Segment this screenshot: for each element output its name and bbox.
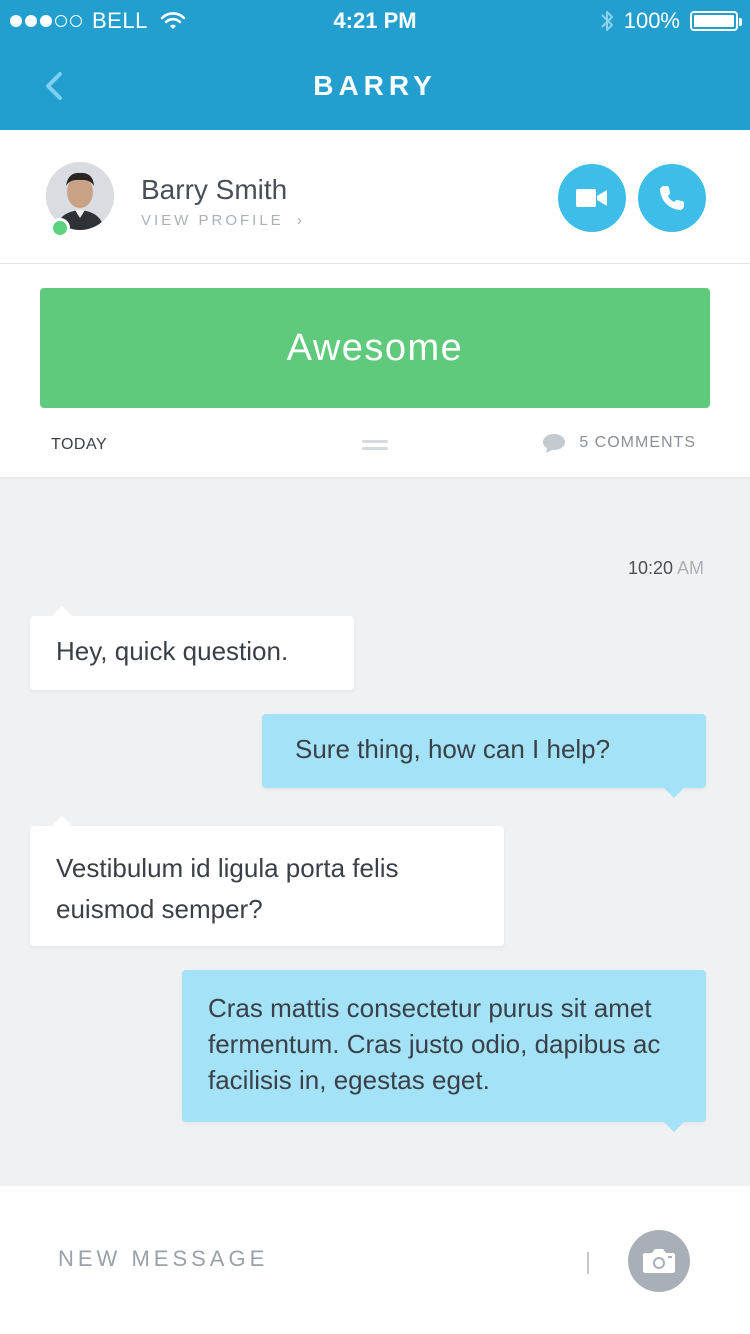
drag-handle-icon[interactable] bbox=[362, 440, 388, 454]
new-message-input[interactable] bbox=[58, 1246, 558, 1272]
text-cursor bbox=[587, 1252, 589, 1274]
bluetooth-icon bbox=[601, 11, 613, 31]
online-status-indicator bbox=[50, 218, 70, 238]
comment-bubble-icon bbox=[543, 434, 566, 453]
top-bar: BELL 4:21 PM 100% BARRY bbox=[0, 0, 750, 130]
post-card: Awesome TODAY 5 COMMENTS bbox=[0, 264, 750, 477]
comments-count-label: 5 COMMENTS bbox=[579, 434, 696, 451]
voice-call-button[interactable] bbox=[638, 164, 706, 232]
camera-button[interactable] bbox=[628, 1230, 690, 1292]
chevron-right-icon: › bbox=[296, 212, 305, 229]
status-right: 100% bbox=[600, 8, 742, 34]
contact-name: Barry Smith bbox=[141, 174, 288, 205]
page-title: BARRY bbox=[313, 70, 437, 101]
nav-bar: BARRY bbox=[0, 42, 750, 130]
battery-icon bbox=[690, 11, 742, 31]
video-camera-icon bbox=[576, 189, 607, 207]
phone-icon bbox=[660, 186, 684, 210]
camera-icon bbox=[643, 1249, 675, 1273]
post-banner[interactable]: Awesome bbox=[40, 288, 710, 408]
timestamp-ampm: AM bbox=[677, 558, 704, 578]
message-incoming[interactable]: Vestibulum id ligula porta felis euismod… bbox=[30, 816, 504, 946]
status-bar: BELL 4:21 PM 100% bbox=[0, 0, 750, 42]
battery-percent: 100% bbox=[623, 8, 680, 33]
profile-header: Barry Smith VIEW PROFILE › bbox=[0, 130, 750, 264]
video-call-button[interactable] bbox=[558, 164, 626, 232]
comments-link[interactable]: 5 COMMENTS bbox=[541, 432, 696, 454]
view-profile-label: VIEW PROFILE bbox=[141, 212, 284, 229]
message-incoming[interactable]: Hey, quick question. bbox=[30, 606, 354, 690]
message-composer bbox=[0, 1186, 750, 1334]
post-date: TODAY bbox=[51, 436, 108, 453]
timestamp-time: 10:20 bbox=[627, 558, 673, 578]
message-outgoing[interactable]: Cras mattis consectetur purus sit amet f… bbox=[182, 970, 706, 1132]
message-outgoing[interactable]: Sure thing, how can I help? bbox=[262, 714, 706, 798]
chat-timestamp: 10:20 AM bbox=[628, 558, 704, 579]
view-profile-link[interactable]: VIEW PROFILE › bbox=[141, 212, 305, 229]
